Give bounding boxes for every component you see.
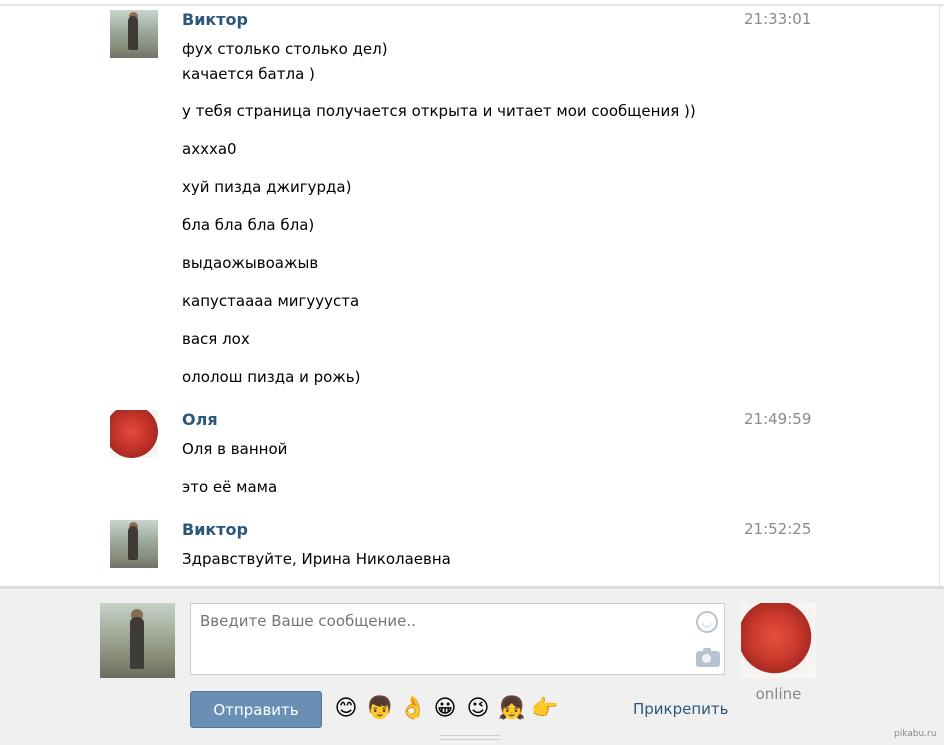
avatar-figure-shape [130, 617, 144, 669]
message-text: качается батла ) [182, 65, 315, 83]
message-text: ололош пизда и рожь) [182, 368, 361, 386]
right-divider [939, 4, 940, 586]
message-text: у тебя страница получается открыта и чит… [182, 102, 696, 120]
message-input[interactable] [190, 603, 725, 675]
message-time: 21:49:59 [744, 410, 812, 428]
message-text: это её мама [182, 478, 278, 496]
message-author[interactable]: Виктор [182, 10, 248, 29]
message-text: вася лох [182, 330, 250, 348]
watermark: pikabu.ru [894, 729, 937, 739]
resize-handle[interactable] [440, 735, 500, 740]
avatar-figure-shape [128, 16, 138, 50]
message-author[interactable]: Виктор [182, 520, 248, 539]
message-text: фух столько столько дел) [182, 40, 388, 58]
message-text: капустаааа мигуууста [182, 292, 360, 310]
message-text: Здравствуйте, Ирина Николаевна [182, 550, 451, 568]
send-button[interactable]: Отправить [190, 691, 322, 728]
message-author[interactable]: Оля [182, 410, 218, 429]
message-composer: ◡ online Отправить 😊 👦 👌 😀 😉 👧 👉 Прикреп… [0, 586, 944, 745]
message-time: 21:52:25 [744, 520, 812, 538]
emoji-ok-hand-icon[interactable]: 👌 [399, 696, 426, 722]
emoji-wink-icon[interactable]: 😉 [465, 696, 491, 722]
message-text: хуй пизда джигурда) [182, 178, 352, 196]
message-text: Оля в ванной [182, 440, 288, 458]
top-divider [0, 4, 944, 6]
emoji-grin-icon[interactable]: 😀 [432, 696, 458, 722]
peer-online-status: online [755, 685, 802, 703]
peer-avatar[interactable] [741, 603, 816, 678]
avatar[interactable] [110, 10, 158, 58]
message-text: бла бла бла бла) [182, 216, 315, 234]
message-time: 21:33:01 [744, 10, 812, 28]
emoji-girl-icon[interactable]: 👧 [498, 696, 525, 722]
my-avatar[interactable] [100, 603, 175, 678]
avatar[interactable] [110, 410, 158, 458]
smile-icon[interactable]: ◡ [696, 611, 718, 633]
emoji-boy-icon[interactable]: 👦 [366, 696, 393, 722]
emoji-point-right-icon[interactable]: 👉 [531, 696, 558, 722]
camera-icon[interactable] [696, 648, 720, 667]
message-text: выдаожывоажыв [182, 254, 319, 272]
attach-link[interactable]: Прикрепить [633, 700, 729, 718]
avatar[interactable] [110, 520, 158, 568]
message-text: ахххa0 [182, 140, 237, 158]
avatar-figure-shape [128, 526, 138, 560]
emoji-smile-icon[interactable]: 😊 [333, 696, 359, 722]
